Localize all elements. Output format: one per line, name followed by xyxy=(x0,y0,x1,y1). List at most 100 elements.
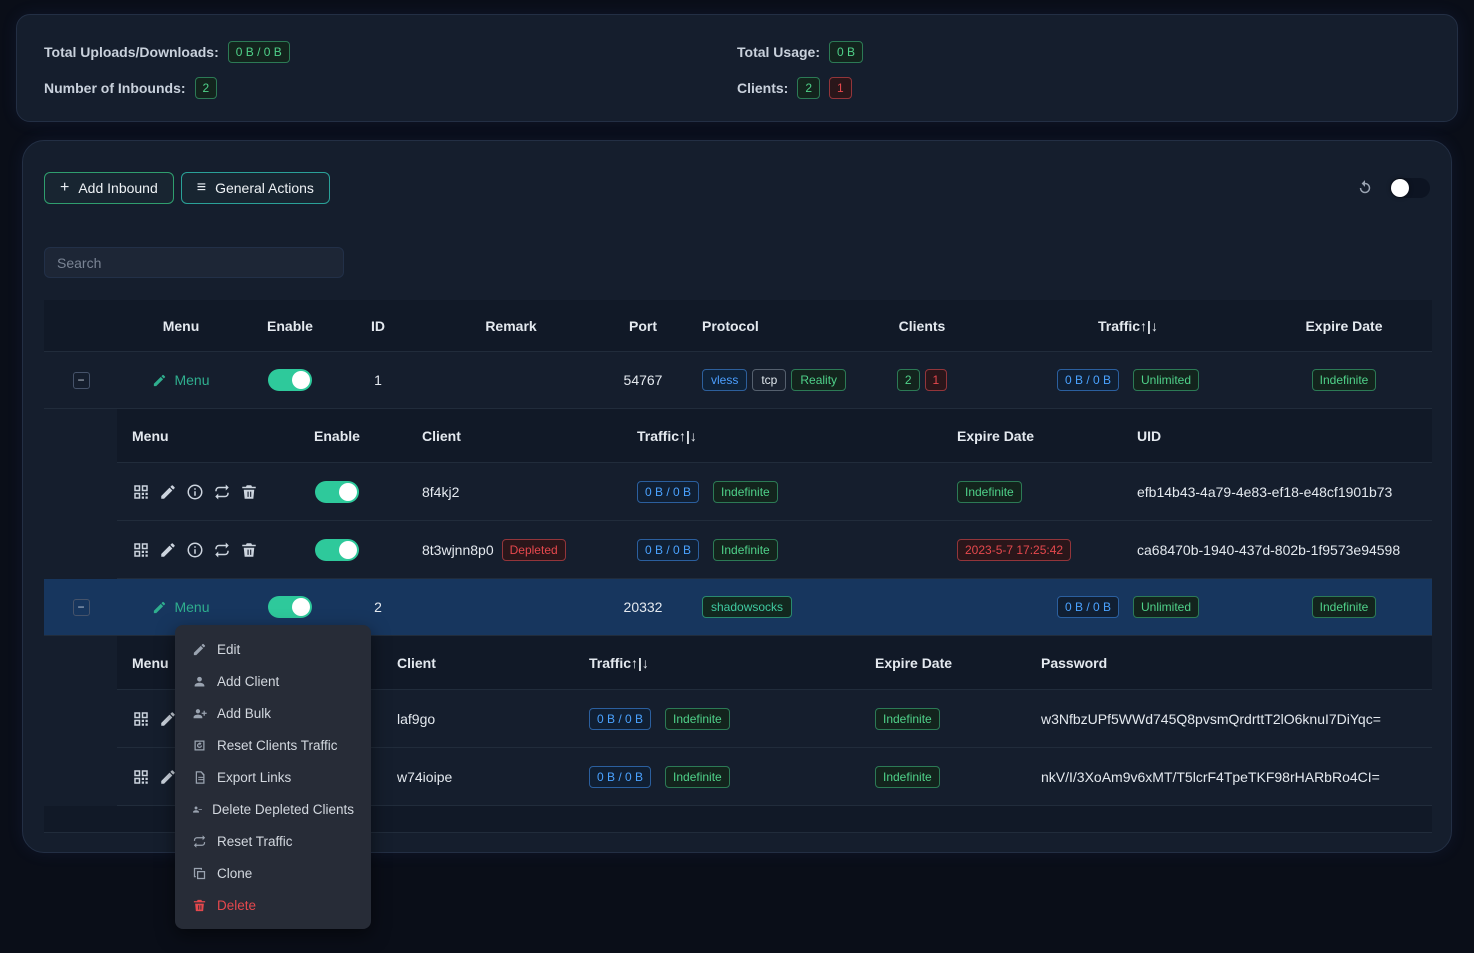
col-client-password: Password xyxy=(1026,655,1432,671)
inbound-1-menu-button[interactable]: Menu xyxy=(152,372,209,388)
client-table-1-header: Menu Enable Client Traffic↑|↓ Expire Dat… xyxy=(117,409,1432,463)
collapse-inbound-1-button[interactable]: − xyxy=(73,372,90,389)
qrcode-icon[interactable] xyxy=(132,710,150,728)
edit-client-icon[interactable] xyxy=(159,541,177,559)
reset-client-traffic-icon[interactable] xyxy=(213,483,231,501)
trash-icon xyxy=(192,898,207,913)
search-input[interactable] xyxy=(44,247,344,278)
edit-client-icon[interactable] xyxy=(159,483,177,501)
col-client-traffic-sort[interactable]: Traffic↑|↓ xyxy=(622,428,942,444)
refresh-icon[interactable] xyxy=(1356,179,1374,197)
menu-item-reset-traffic[interactable]: Reset Traffic xyxy=(175,825,371,857)
collapse-inbound-2-button[interactable]: − xyxy=(73,599,90,616)
toolbar: + Add Inbound ≡ General Actions xyxy=(44,141,1430,204)
client-traffic: 0 B / 0 B Indefinite xyxy=(574,708,860,730)
menu-item-add-client[interactable]: Add Client xyxy=(175,665,371,697)
col-client-menu: Menu xyxy=(117,428,292,444)
menu-item-reset-clients-traffic[interactable]: Reset Clients Traffic xyxy=(175,729,371,761)
col-client-traffic-sort[interactable]: Traffic↑|↓ xyxy=(574,655,860,671)
client-row-8f4kj2: 8f4kj2 0 B / 0 B Indefinite Indefinite e… xyxy=(117,463,1432,521)
total-usage-label: Total Usage: xyxy=(737,44,820,60)
client-traffic-value: 0 B / 0 B xyxy=(589,766,651,788)
minus-icon: − xyxy=(77,374,84,386)
menu-item-label: Edit xyxy=(217,642,240,657)
menu-item-edit[interactable]: Edit xyxy=(175,633,371,665)
inbound-1-traffic-value: 0 B / 0 B xyxy=(1057,369,1119,391)
client-enable-toggle[interactable] xyxy=(315,481,359,503)
inbound-1-expire-badge: Indefinite xyxy=(1312,369,1377,391)
total-uploads-downloads-value: 0 B / 0 B xyxy=(228,41,290,63)
theme-toggle[interactable] xyxy=(1390,178,1430,198)
menu-lines-icon: ≡ xyxy=(197,180,206,196)
inbound-1-port: 54767 xyxy=(602,372,684,388)
client-name: 8t3wjnn8p0 xyxy=(422,542,494,558)
menu-item-label: Delete Depleted Clients xyxy=(212,802,354,817)
menu-item-clone[interactable]: Clone xyxy=(175,857,371,889)
repeat-icon xyxy=(192,834,207,849)
col-client-expire: Expire Date xyxy=(860,655,1026,671)
inbound-1-clients: 2 1 xyxy=(844,369,1000,391)
protocol-tag-reality: Reality xyxy=(791,369,846,391)
qrcode-icon[interactable] xyxy=(132,768,150,786)
client-expire-badge: Indefinite xyxy=(875,766,940,788)
inbounds-table-header: Menu Enable ID Remark Port Protocol Clie… xyxy=(44,300,1432,352)
qrcode-icon[interactable] xyxy=(132,483,150,501)
client-table-inbound-1: Menu Enable Client Traffic↑|↓ Expire Dat… xyxy=(117,409,1432,579)
client-traffic: 0 B / 0 B Indefinite xyxy=(574,766,860,788)
qrcode-icon[interactable] xyxy=(132,541,150,559)
inbound-2-traffic-limit: Unlimited xyxy=(1133,596,1199,618)
menu-item-add-bulk[interactable]: Add Bulk xyxy=(175,697,371,729)
toggle-knob xyxy=(339,483,357,501)
inbound-2-menu-button[interactable]: Menu xyxy=(152,599,209,615)
menu-item-label: Add Client xyxy=(217,674,279,689)
depleted-badge: Depleted xyxy=(502,539,566,561)
inbound-2-enable-toggle[interactable] xyxy=(268,596,312,618)
person-minus-icon xyxy=(192,802,202,817)
client-password: w3NfbzUPf5WWd745Q8pvsmQrdrttT2lO6knuI7Di… xyxy=(1026,711,1432,727)
col-protocol: Protocol xyxy=(684,318,844,334)
menu-item-delete-depleted-clients[interactable]: Delete Depleted Clients xyxy=(175,793,371,825)
client-traffic-limit: Indefinite xyxy=(665,708,730,730)
add-inbound-button[interactable]: + Add Inbound xyxy=(44,172,174,204)
client-enable-toggle[interactable] xyxy=(315,539,359,561)
info-icon[interactable] xyxy=(186,483,204,501)
client-uid: efb14b43-4a79-4e83-ef18-e48cf1901b73 xyxy=(1122,484,1432,500)
client-traffic-limit: Indefinite xyxy=(665,766,730,788)
stat-clients: Clients: 2 1 xyxy=(737,77,1430,99)
client-expire-badge: Indefinite xyxy=(957,481,1022,503)
toolbar-right xyxy=(1356,178,1430,198)
client-traffic-value: 0 B / 0 B xyxy=(637,539,699,561)
protocol-tag-tcp: tcp xyxy=(752,369,786,391)
general-actions-button[interactable]: ≡ General Actions xyxy=(181,172,330,204)
plus-icon: + xyxy=(60,180,69,196)
menu-item-label: Delete xyxy=(217,898,256,913)
inbound-2-id: 2 xyxy=(336,599,420,615)
col-client-enable: Enable xyxy=(292,428,382,444)
client-traffic: 0 B / 0 B Indefinite xyxy=(622,481,942,503)
client-name: laf9go xyxy=(382,711,574,727)
delete-client-icon[interactable] xyxy=(240,483,258,501)
menu-item-label: Export Links xyxy=(217,770,291,785)
reset-box-icon xyxy=(192,738,207,753)
menu-item-label: Clone xyxy=(217,866,252,881)
inbound-1-enable-toggle[interactable] xyxy=(268,369,312,391)
client-password: nkV/I/3XoAm9v6xMT/T5lcrF4TpeTKF98rHARbRo… xyxy=(1026,769,1432,785)
inbound-2-port: 20332 xyxy=(602,599,684,615)
edit-icon xyxy=(192,642,207,657)
inbound-row-1: − Menu 1 54767 vless tcp Reality 2 1 xyxy=(44,352,1432,409)
info-icon[interactable] xyxy=(186,541,204,559)
menu-item-delete[interactable]: Delete xyxy=(175,889,371,921)
number-of-inbounds-label: Number of Inbounds: xyxy=(44,80,186,96)
col-traffic-sort[interactable]: Traffic↑|↓ xyxy=(1000,318,1256,334)
inbound-1-clients-depleted: 1 xyxy=(925,369,948,391)
menu-item-export-links[interactable]: Export Links xyxy=(175,761,371,793)
delete-client-icon[interactable] xyxy=(240,541,258,559)
stats-card: Total Uploads/Downloads: 0 B / 0 B Total… xyxy=(16,14,1458,122)
reset-client-traffic-icon[interactable] xyxy=(213,541,231,559)
clients-depleted-count: 1 xyxy=(829,77,852,99)
col-id: ID xyxy=(336,318,420,334)
client-name: 8f4kj2 xyxy=(382,484,622,500)
client-name-cell: 8t3wjnn8p0 Depleted xyxy=(382,539,622,561)
col-menu: Menu xyxy=(118,318,244,334)
client-uid: ca68470b-1940-437d-802b-1f9573e94598 xyxy=(1122,542,1432,558)
